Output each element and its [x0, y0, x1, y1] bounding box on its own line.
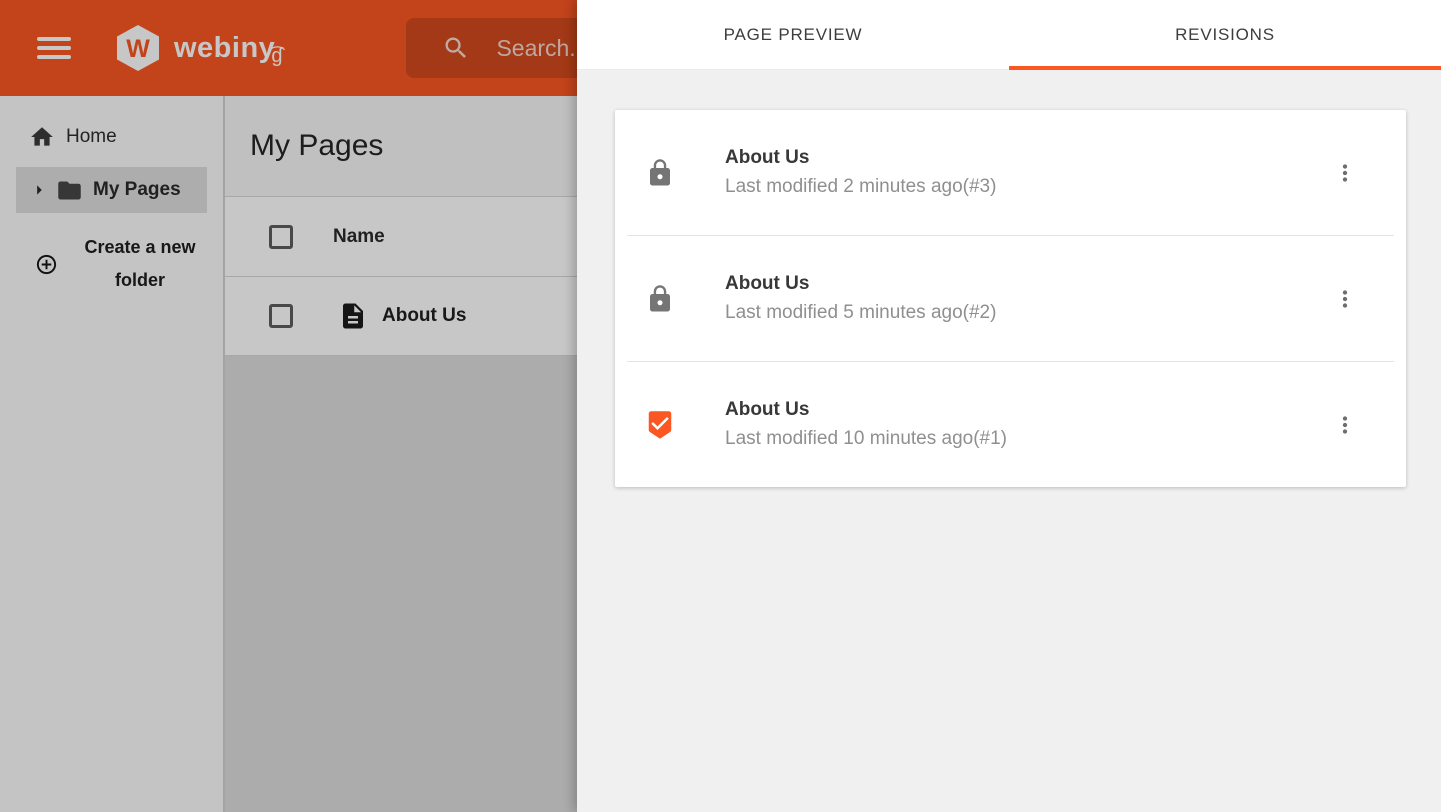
tab-page-preview[interactable]: PAGE PREVIEW — [577, 0, 1009, 69]
revision-row[interactable]: About Us Last modified 5 minutes ago(#2) — [615, 236, 1406, 361]
revision-title: About Us — [725, 147, 996, 169]
revision-title: About Us — [725, 399, 1007, 421]
revision-meta: Last modified 5 minutes ago(#2) — [725, 302, 996, 324]
revision-title: About Us — [725, 273, 996, 295]
revisions-card: About Us Last modified 2 minutes ago(#3) — [615, 110, 1406, 487]
lock-icon — [645, 284, 675, 314]
tab-revisions[interactable]: REVISIONS — [1009, 0, 1441, 69]
more-vert-icon — [1332, 412, 1358, 438]
revision-more-button[interactable] — [1332, 153, 1358, 193]
revision-more-button[interactable] — [1332, 405, 1358, 445]
more-vert-icon — [1332, 160, 1358, 186]
drawer-tabbar: PAGE PREVIEW REVISIONS — [577, 0, 1441, 70]
published-check-icon — [645, 410, 675, 440]
revision-more-button[interactable] — [1332, 279, 1358, 319]
revisions-panel: About Us Last modified 2 minutes ago(#3) — [577, 70, 1441, 812]
revision-meta: Last modified 2 minutes ago(#3) — [725, 176, 996, 198]
revision-meta: Last modified 10 minutes ago(#1) — [725, 428, 1007, 450]
lock-icon — [645, 158, 675, 188]
revision-row[interactable]: About Us Last modified 2 minutes ago(#3) — [615, 110, 1406, 235]
page-details-drawer: PAGE PREVIEW REVISIONS About Us Last mod… — [577, 0, 1441, 812]
revision-row[interactable]: About Us Last modified 10 minutes ago(#1… — [615, 362, 1406, 487]
more-vert-icon — [1332, 286, 1358, 312]
